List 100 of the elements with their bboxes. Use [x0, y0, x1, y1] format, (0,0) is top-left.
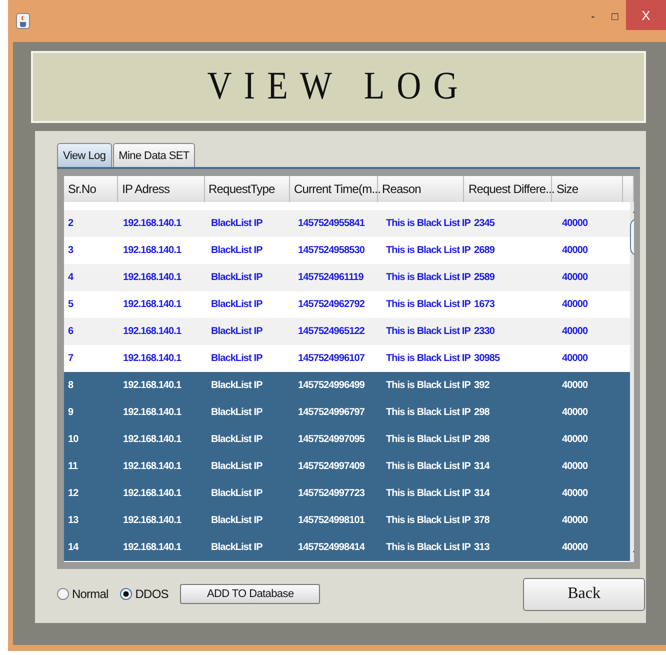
table-cell-text: 13 — [67, 515, 80, 526]
table-cell-text: 1457524962792 — [297, 299, 366, 310]
table-cell-text: 2345 — [473, 218, 496, 229]
table-row[interactable]: 10 192.168.140.1 BlackList IP 1457524997095 This is Black List IP 298 40000 — [64, 426, 630, 453]
table-cell-text: This is Black List IP — [385, 407, 470, 418]
table-cell-text: BlackList IP — [210, 272, 264, 283]
tab[interactable]: View Log — [57, 143, 112, 167]
table-cell-text: 40000 — [561, 542, 589, 553]
table-cell-text: BlackList IP — [210, 407, 264, 418]
table-cell-text: This is Black List IP — [385, 542, 470, 553]
add-to-database-button[interactable]: ADD TO Database — [180, 584, 320, 604]
table-cell-text: 192.168.140.1 — [122, 407, 182, 418]
table-cell-text: 298 — [473, 407, 490, 418]
table-row[interactable]: 14 192.168.140.1 BlackList IP 1457524998414 This is Black List IP 313 40000 — [64, 534, 630, 561]
table-cell-text: 1457524996499 — [297, 380, 366, 391]
table-row[interactable]: 11 192.168.140.1 BlackList IP 1457524997409 This is Black List IP 314 40000 — [64, 453, 630, 480]
table-cell-text: 192.168.140.1 — [122, 218, 182, 229]
table-cell-text: 7 — [67, 353, 74, 364]
table-cell-text: 192.168.140.1 — [122, 272, 182, 283]
table-cell-text: BlackList IP — [210, 326, 264, 337]
table-cell-text: 1457524996107 — [297, 353, 366, 364]
table-row[interactable]: 9 192.168.140.1 BlackList IP 1457524996797 This is Black List IP 298 40000 — [64, 399, 630, 426]
table-cell-text: 192.168.140.1 — [122, 245, 182, 256]
table-cell-text: 1457524961119 — [297, 272, 364, 283]
table-row[interactable]: 2 192.168.140.1 BlackList IP 1457524955841 This is Black List IP 2345 40000 — [64, 210, 630, 237]
table-cell-text: 314 — [473, 461, 491, 472]
table-cell-text: 1457524958530 — [297, 245, 366, 256]
table-cell-text: 12 — [67, 488, 80, 499]
table-cell-text: This is Black List IP — [385, 461, 470, 472]
radio-button[interactable]: Normal — [57, 587, 108, 601]
table-cell-text: This is Black List IP — [385, 380, 470, 391]
page-title: VIEW LOG — [207, 65, 470, 109]
table-cell-text: 40000 — [561, 326, 589, 337]
table-cell-text: 1457524997723 — [297, 488, 366, 499]
close-button[interactable]: X — [626, 0, 666, 30]
table-cell-text: 40000 — [561, 407, 589, 418]
table-row[interactable]: 4 192.168.140.1 BlackList IP 1457524961119 This is Black List IP 2589 40000 — [64, 264, 630, 291]
table-cell-text: BlackList IP — [210, 245, 264, 256]
table-cell-text: 298 — [473, 434, 490, 445]
table-cell-text: 313 — [473, 542, 490, 553]
table-cell-text: BlackList IP — [210, 434, 264, 445]
table-cell-text: 378 — [473, 515, 490, 526]
table-cell-text: 6 — [67, 326, 74, 337]
table-cell-text: 9 — [67, 407, 74, 418]
table-cell-text: 314 — [473, 488, 491, 499]
table-row[interactable]: 6 192.168.140.1 BlackList IP 1457524965122 This is Black List IP 2330 40000 — [64, 318, 630, 345]
table-cell-text: 2330 — [473, 326, 496, 337]
table-cell-text: 392 — [473, 380, 490, 391]
tab[interactable]: Mine Data SET — [112, 143, 196, 167]
table-cell-text: BlackList IP — [210, 218, 264, 229]
table-cell-text: 192.168.140.1 — [122, 461, 182, 472]
table-cell-text: 1457524997095 — [297, 434, 366, 445]
table-cell-text: 192.168.140.1 — [122, 542, 182, 553]
radio-button[interactable]: DDOS — [120, 587, 168, 601]
table-cell-text: 2589 — [473, 272, 496, 283]
table-cell-text: This is Black List IP — [385, 353, 470, 364]
table-cell-text: 192.168.140.1 — [122, 434, 182, 445]
table-cell-text: This is Black List IP — [385, 488, 470, 499]
table-cell-text: 2689 — [473, 245, 496, 256]
table-cell-text: This is Black List IP — [385, 218, 470, 229]
table-cell-text: 1457524955841 — [297, 218, 366, 229]
table-cell-text: 11 — [67, 461, 79, 472]
maximize-button[interactable]: □ — [604, 6, 626, 28]
table-cell-text: 1457524996797 — [297, 407, 366, 418]
table-cell-text: 192.168.140.1 — [122, 326, 182, 337]
coffee-cup-icon — [16, 13, 30, 29]
table-cell-text: 40000 — [561, 434, 589, 445]
table-cell-text: 192.168.140.1 — [122, 299, 182, 310]
back-button[interactable]: Back — [523, 578, 645, 610]
table-cell-text: 1457524965122 — [297, 326, 366, 337]
table-cell-text: 40000 — [561, 353, 589, 364]
table-cell-text: 3 — [67, 245, 74, 256]
table-row[interactable]: 12 192.168.140.1 BlackList IP 1457524997723 This is Black List IP 314 40000 — [64, 480, 630, 507]
table-cell-text: BlackList IP — [210, 461, 264, 472]
table-cell-text: 30985 — [473, 353, 501, 364]
table-cell-text: 40000 — [561, 488, 589, 499]
table-cell-text: 40000 — [561, 461, 589, 472]
table-cell-text: This is Black List IP — [385, 299, 470, 310]
table-cell-text: 8 — [67, 380, 74, 391]
table-cell-text: 40000 — [561, 380, 589, 391]
table-cell-text: BlackList IP — [210, 380, 264, 391]
table-cell-text: 14 — [67, 542, 80, 553]
table-cell-text: BlackList IP — [210, 353, 264, 364]
table-cell-text: 40000 — [561, 515, 589, 526]
table-cell-text: 192.168.140.1 — [122, 515, 182, 526]
table-cell-text: 4 — [67, 272, 74, 283]
table-cell-text: 1673 — [473, 299, 496, 310]
table-cell-text: 1457524997409 — [297, 461, 366, 472]
table-cell-text: 40000 — [561, 245, 589, 256]
table-cell-text: BlackList IP — [210, 488, 264, 499]
table-cell-text: 10 — [67, 434, 80, 445]
table-row[interactable]: 13 192.168.140.1 BlackList IP 1457524998101 This is Black List IP 378 40000 — [64, 507, 630, 534]
table-cell-text: 1457524998101 — [297, 515, 366, 526]
table-row[interactable]: 8 192.168.140.1 BlackList IP 1457524996499 This is Black List IP 392 40000 — [64, 372, 630, 399]
table-cell-text: 40000 — [561, 272, 589, 283]
table-cell-text: This is Black List IP — [385, 272, 470, 283]
table-cell-text: This is Black List IP — [385, 326, 470, 337]
table-cell-text: This is Black List IP — [385, 515, 470, 526]
table-cell-text: 192.168.140.1 — [122, 380, 182, 391]
minimize-button[interactable]: - — [582, 6, 604, 28]
